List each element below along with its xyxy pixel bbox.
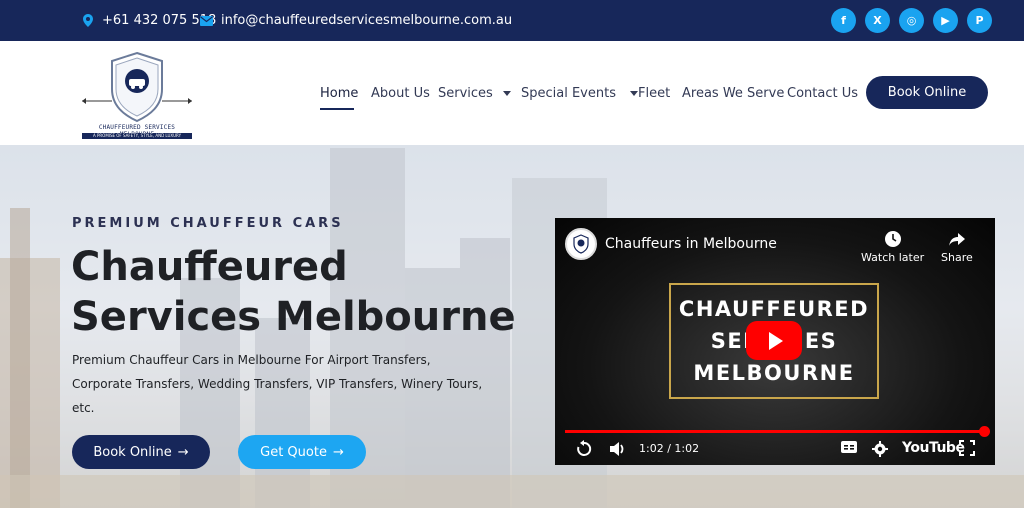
social-links: f X ◎ ▶ P xyxy=(831,8,992,33)
replay-icon xyxy=(577,440,592,456)
get-quote-label: Get Quote xyxy=(260,444,327,460)
envelope-icon xyxy=(199,15,213,27)
nav-home[interactable]: Home xyxy=(320,86,358,101)
replay-button[interactable] xyxy=(575,440,593,458)
instagram-icon[interactable]: ◎ xyxy=(899,8,924,33)
hero-eyebrow: PREMIUM CHAUFFEUR CARS xyxy=(72,216,344,231)
video-title[interactable]: Chauffeurs in Melbourne xyxy=(605,236,777,252)
nav-contact[interactable]: Contact Us xyxy=(787,86,858,101)
nav-fleet-label: Fleet xyxy=(638,86,671,101)
play-icon xyxy=(768,331,783,350)
book-online-header-button[interactable]: Book Online xyxy=(866,76,988,109)
time-display: 1:02 / 1:02 xyxy=(639,442,700,455)
get-quote-button[interactable]: Get Quote → xyxy=(238,435,366,469)
settings-button[interactable] xyxy=(871,440,889,458)
book-online-label: Book Online xyxy=(93,444,172,460)
facebook-icon[interactable]: f xyxy=(831,8,856,33)
share-button[interactable]: Share xyxy=(941,230,973,264)
arrow-right-icon: → xyxy=(332,444,344,460)
nav-home-label: Home xyxy=(320,86,359,101)
progress-scrubber[interactable] xyxy=(979,426,990,437)
title-card-line1: CHAUFFEURED xyxy=(678,297,870,321)
hero-description-line1: Premium Chauffeur Cars in Melbourne For … xyxy=(72,353,431,367)
active-underline xyxy=(320,108,354,110)
nav-special-events[interactable]: Special Events xyxy=(521,86,638,101)
nav-about[interactable]: About Us xyxy=(371,86,430,101)
nav-special-events-label: Special Events xyxy=(521,86,616,101)
youtube-video-embed[interactable]: Chauffeurs in Melbourne Watch later Shar… xyxy=(555,218,995,465)
phone-link[interactable]: +61 432 075 518 xyxy=(82,0,216,41)
progress-bar[interactable] xyxy=(565,430,985,433)
fullscreen-icon xyxy=(959,440,975,456)
channel-avatar[interactable] xyxy=(565,228,597,260)
hero-headline-line1: Chauffeured xyxy=(71,244,348,290)
email-link[interactable]: info@chauffeuredservicesmelbourne.com.au xyxy=(199,0,512,41)
nav-services[interactable]: Services xyxy=(438,86,511,101)
volume-button[interactable] xyxy=(608,440,628,458)
youtube-logo[interactable]: YouTube xyxy=(902,440,965,456)
nav-services-label: Services xyxy=(438,86,493,101)
share-label: Share xyxy=(941,251,973,264)
location-pin-icon xyxy=(82,14,94,27)
share-icon xyxy=(948,233,965,246)
arrow-right-icon: → xyxy=(177,444,189,460)
captions-icon xyxy=(841,441,857,453)
volume-icon xyxy=(610,442,624,456)
site-logo[interactable]: CHAUFFEURED SERVICES MELBOURNE A PROMISE… xyxy=(80,51,194,139)
hero-headline-line2: Services Melbourne xyxy=(71,294,516,340)
chevron-down-icon xyxy=(502,91,511,96)
youtube-icon[interactable]: ▶ xyxy=(933,8,958,33)
clock-icon xyxy=(884,231,901,247)
watch-later-button[interactable]: Watch later xyxy=(861,230,924,264)
nav-areas[interactable]: Areas We Serve xyxy=(682,86,784,101)
hero-description-line2: Corporate Transfers, Wedding Transfers, … xyxy=(72,377,483,391)
shield-logo-icon xyxy=(82,51,192,123)
fullscreen-button[interactable] xyxy=(959,440,975,456)
chevron-down-icon xyxy=(630,91,638,96)
play-button[interactable] xyxy=(746,321,802,360)
captions-button[interactable] xyxy=(840,440,858,454)
email-address: info@chauffeuredservicesmelbourne.com.au xyxy=(221,13,513,28)
nav-areas-label: Areas We Serve xyxy=(682,86,785,101)
hero-section: PREMIUM CHAUFFEUR CARS Chauffeured Servi… xyxy=(0,145,1024,508)
watch-later-label: Watch later xyxy=(861,251,925,264)
book-online-hero-button[interactable]: Book Online → xyxy=(72,435,210,469)
title-card-line3: MELBOURNE xyxy=(693,361,855,385)
shield-logo-icon xyxy=(573,234,589,254)
x-icon[interactable]: X xyxy=(865,8,890,33)
hero-description-line3: etc. xyxy=(72,401,95,415)
pinterest-icon[interactable]: P xyxy=(967,8,992,33)
gear-icon xyxy=(872,441,888,457)
top-bar: +61 432 075 518 info@chauffeuredservices… xyxy=(0,0,1024,41)
nav-about-label: About Us xyxy=(371,86,430,101)
site-header: CHAUFFEURED SERVICES MELBOURNE A PROMISE… xyxy=(0,41,1024,145)
nav-fleet[interactable]: Fleet xyxy=(638,86,670,101)
nav-contact-label: Contact Us xyxy=(787,86,858,101)
logo-tagline: A PROMISE OF SAFETY, STYLE, AND LUXURY xyxy=(82,133,192,139)
